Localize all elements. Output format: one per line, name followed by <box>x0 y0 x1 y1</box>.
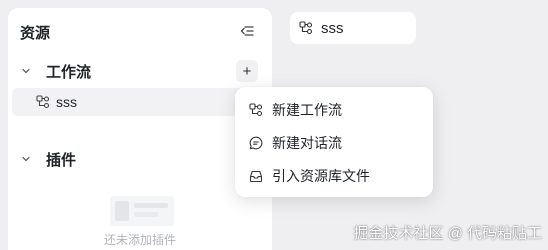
workflow-icon <box>248 102 264 118</box>
workflow-item-sss[interactable]: sss <box>12 88 268 116</box>
menu-item-label: 新建工作流 <box>272 101 342 118</box>
menu-item-new-chat-flow[interactable]: 新建对话流 <box>241 126 427 159</box>
add-resource-button[interactable]: + <box>236 60 258 82</box>
section-workflow-label: 工作流 <box>46 63 92 81</box>
add-resource-menu: 新建工作流 新建对话流 引入资源库文件 <box>235 87 433 197</box>
collapse-left-icon <box>240 26 254 36</box>
menu-item-label: 引入资源库文件 <box>272 167 370 184</box>
chevron-down-icon <box>20 152 34 166</box>
tab-sss[interactable]: sss <box>290 12 416 44</box>
chevron-down-icon <box>20 64 34 78</box>
watermark: 掘金技术社区 @ 代码粘贴工 <box>353 225 542 242</box>
workflow-icon <box>299 21 313 35</box>
section-plugins-label: 插件 <box>46 151 77 169</box>
section-plugins-header[interactable]: 插件 <box>20 148 76 170</box>
resource-panel: 资源 工作流 + sss 插件 还未添加插件 <box>8 8 272 250</box>
tab-label: sss <box>321 19 344 37</box>
plugins-empty-text: 还未添加插件 <box>103 233 176 247</box>
section-workflow-header[interactable]: 工作流 <box>20 60 91 82</box>
menu-item-new-workflow[interactable]: 新建工作流 <box>241 93 427 126</box>
menu-item-label: 新建对话流 <box>272 134 342 151</box>
menu-item-import-library-file[interactable]: 引入资源库文件 <box>241 159 427 192</box>
empty-state-illustration <box>110 196 174 226</box>
collapse-panel-button[interactable] <box>238 22 256 40</box>
workflow-item-label: sss <box>56 94 77 110</box>
panel-title: 资源 <box>20 25 51 42</box>
inbox-icon <box>248 168 264 184</box>
chat-flow-icon <box>248 135 264 151</box>
workflow-icon <box>36 95 50 109</box>
